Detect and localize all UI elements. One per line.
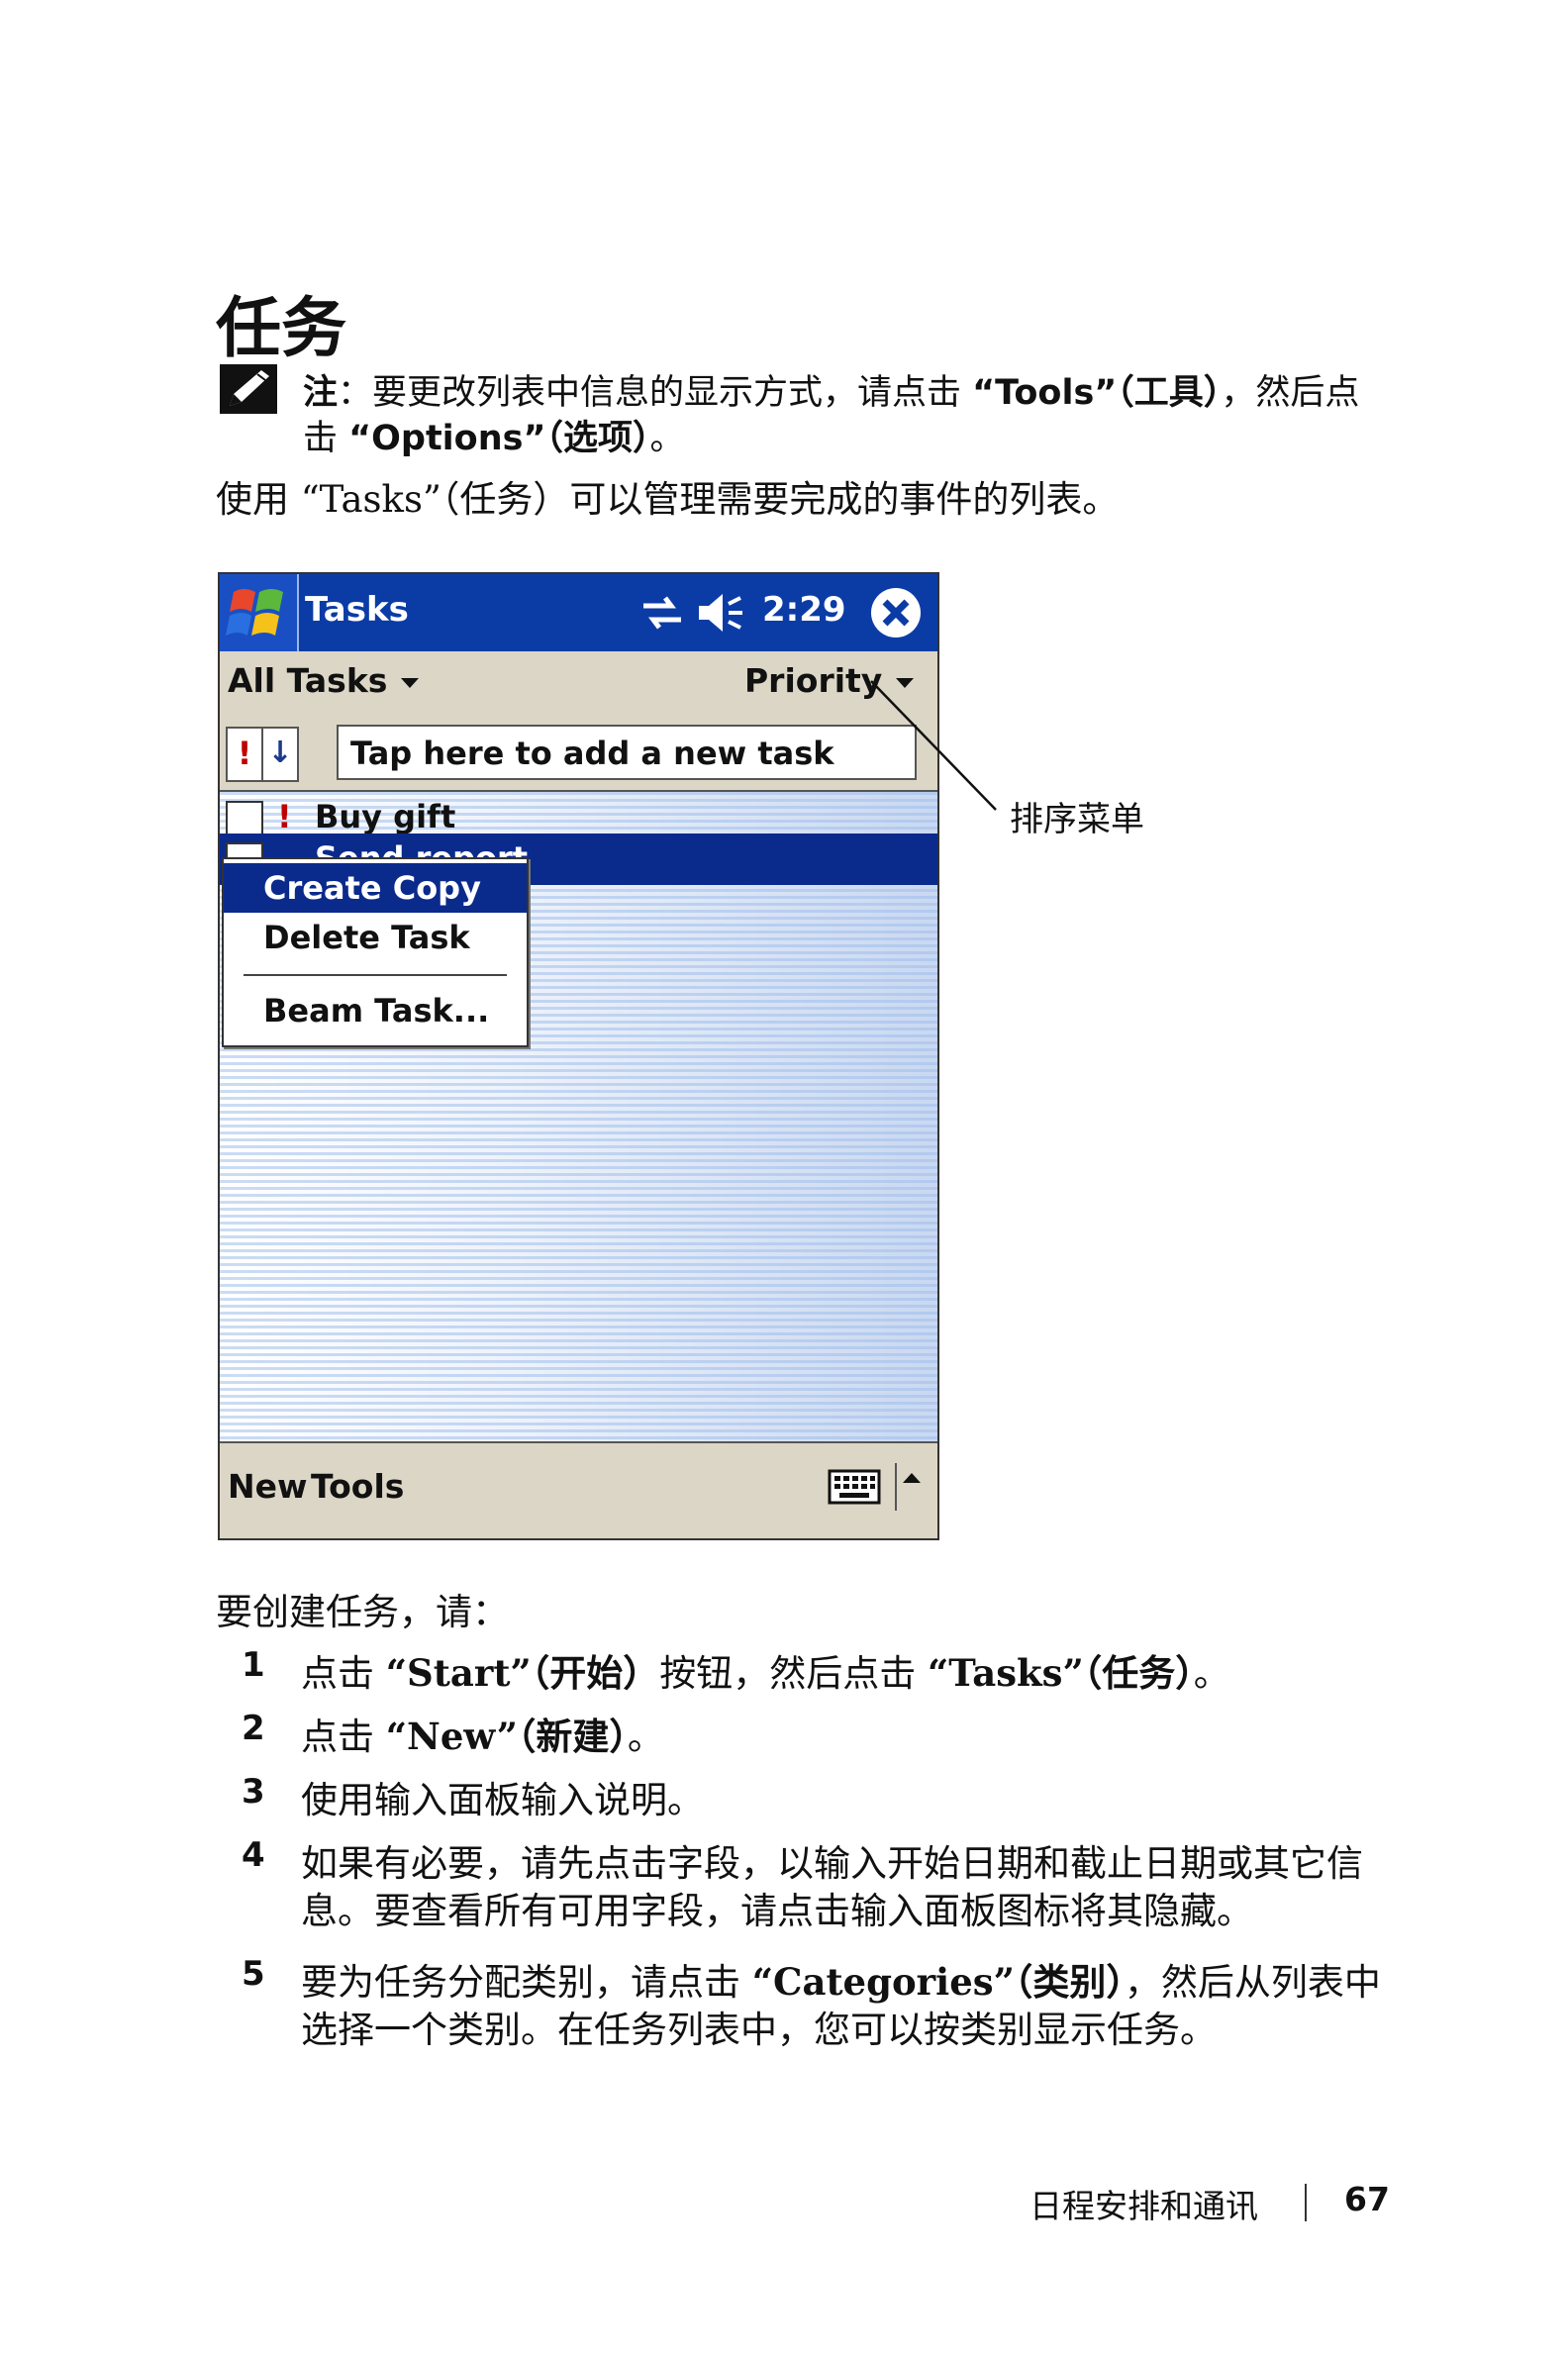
- step-text-part: ，然后从列表中: [1124, 1961, 1381, 2004]
- input-panel-arrow-icon[interactable]: [895, 1463, 927, 1511]
- step-text-part: 点击: [301, 1716, 386, 1758]
- close-icon[interactable]: [869, 586, 923, 639]
- step-text-part: 要为任务分配类别，请点击: [301, 1961, 752, 2004]
- page-number: 67: [1344, 2180, 1390, 2218]
- callout-label: 排序菜单: [1010, 800, 1144, 839]
- filter-bar: All Tasks Priority: [220, 651, 937, 717]
- step-bold: “Start”（开始）: [385, 1651, 660, 1695]
- step-text-part: 。: [1193, 1652, 1230, 1695]
- step-bold: “Tasks”（任务）: [927, 1651, 1194, 1695]
- menu-item-delete-task[interactable]: Delete Task: [224, 913, 527, 962]
- footer-section-title: 日程安排和通讯: [1029, 2187, 1258, 2225]
- category-filter-label: All Tasks: [228, 661, 388, 700]
- menu-item-beam-task[interactable]: Beam Task...: [224, 986, 527, 1035]
- note-tools: “Tools”（工具）: [972, 373, 1222, 413]
- sort-label: Priority: [744, 661, 883, 700]
- note-text-end: ，然后点: [1221, 373, 1360, 413]
- chevron-down-icon: [401, 677, 420, 688]
- new-task-input[interactable]: Tap here to add a new task: [337, 725, 917, 780]
- note-label: 注: [303, 373, 339, 413]
- step-text-cont: 选择一个类别。在任务列表中，您可以按类别显示任务。: [301, 2009, 1217, 2051]
- connectivity-icon[interactable]: [637, 588, 687, 638]
- step-text: 点击 “New”（新建）。: [301, 1707, 664, 1760]
- step-number: 4: [242, 1835, 265, 1875]
- note-text-2-end: 。: [649, 419, 685, 458]
- footer-divider: [1305, 2184, 1307, 2221]
- category-filter-dropdown[interactable]: All Tasks: [228, 661, 420, 700]
- step-bold: “New”（新建）: [385, 1715, 628, 1758]
- entry-bar: ! ↓ Tap here to add a new task: [220, 717, 937, 792]
- note-options: “Options”（选项）: [348, 419, 650, 458]
- note-text-2: 击: [303, 419, 349, 458]
- note-pencil-icon: [220, 364, 277, 414]
- device-screenshot: Tasks 2:29 All Tasks Priority ! ↓ Tap he…: [218, 572, 939, 1540]
- tools-menu-button[interactable]: Tools: [311, 1467, 404, 1506]
- step-text-part: 按钮，然后点击: [659, 1652, 928, 1695]
- menu-bar: New Tools: [220, 1441, 937, 1538]
- keyboard-icon[interactable]: [826, 1461, 883, 1513]
- clock[interactable]: 2:29: [762, 590, 846, 630]
- step-text-part: 。: [627, 1716, 664, 1758]
- chevron-down-icon: [896, 677, 915, 688]
- step-number: 5: [242, 1954, 265, 1994]
- step-text: 如果有必要，请先点击字段，以输入开始日期和截止日期或其它信: [301, 1842, 1363, 1885]
- note-line-2: 击 “Options”（选项）。: [303, 410, 685, 460]
- priority-icon: !: [277, 798, 292, 835]
- windows-start-icon[interactable]: [220, 574, 299, 651]
- step-number: 2: [242, 1709, 265, 1748]
- context-menu: Create Copy Delete Task Beam Task...: [222, 857, 529, 1047]
- note-line-1: 注：要更改列表中信息的显示方式，请点击 “Tools”（工具），然后点: [303, 364, 1359, 415]
- step-text: 要为任务分配类别，请点击 “Categories”（类别），然后从列表中: [301, 1952, 1381, 2006]
- task-label: Buy gift: [315, 798, 456, 835]
- sort-dropdown[interactable]: Priority: [744, 661, 915, 700]
- menu-item-create-copy[interactable]: Create Copy: [224, 863, 527, 913]
- title-bar: Tasks 2:29: [220, 574, 937, 651]
- step-text: 使用输入面板输入说明。: [301, 1779, 704, 1821]
- new-menu-button[interactable]: New: [228, 1467, 308, 1506]
- step-text-part: 点击: [301, 1652, 386, 1695]
- priority-toggle-button[interactable]: !: [226, 727, 263, 782]
- step-number: 1: [242, 1645, 265, 1685]
- page-title: 任务: [216, 290, 346, 366]
- menu-divider: [244, 974, 507, 976]
- note-text: ：要更改列表中信息的显示方式，请点击: [338, 373, 973, 413]
- step-number: 3: [242, 1772, 265, 1812]
- step-text-cont: 息。要查看所有可用字段，请点击输入面板图标将其隐藏。: [301, 1890, 1253, 1932]
- step-text: 点击 “Start”（开始）按钮，然后点击 “Tasks”（任务）。: [301, 1643, 1230, 1697]
- low-priority-button[interactable]: ↓: [261, 727, 299, 782]
- step-bold: “Categories”（类别）: [751, 1960, 1125, 2004]
- volume-icon[interactable]: [695, 588, 744, 638]
- intro-paragraph: 使用 “Tasks”（任务）可以管理需要完成的事件的列表。: [216, 478, 1120, 521]
- steps-intro: 要创建任务，请：: [216, 1591, 509, 1633]
- app-title: Tasks: [305, 590, 409, 630]
